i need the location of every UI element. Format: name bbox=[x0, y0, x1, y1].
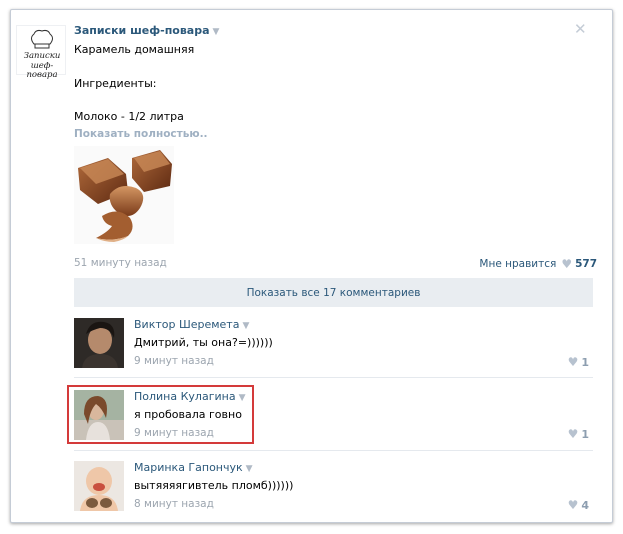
comment-like-count[interactable]: 1 bbox=[581, 428, 589, 441]
comment-item: Маринка Гапончук ▼ вытяяяягивтель пломб))… bbox=[74, 461, 593, 523]
close-icon[interactable]: ✕ bbox=[574, 22, 587, 37]
post-author-name[interactable]: Записки шеф-повара bbox=[74, 24, 210, 37]
comment-time[interactable]: 9 минут назад bbox=[134, 355, 214, 367]
comment-text: вытяяяягивтель пломб)))))) bbox=[134, 479, 294, 492]
comment-time[interactable]: 8 минут назад bbox=[134, 498, 214, 510]
comment-author-name[interactable]: Маринка Гапончук bbox=[134, 461, 243, 474]
heart-icon[interactable]: ♥ bbox=[568, 427, 579, 441]
comment-author[interactable]: Виктор Шеремета ▼ bbox=[134, 318, 249, 331]
comment-item: Виктор Шеремета ▼ Дмитрий, ты она?=))))))… bbox=[74, 318, 593, 380]
post-time[interactable]: 51 минуту назад bbox=[74, 257, 167, 269]
comment-divider bbox=[74, 377, 593, 378]
comment-like-button[interactable]: ♥ 4 bbox=[563, 498, 589, 512]
logo-text-line1: Записки bbox=[23, 51, 61, 61]
triangle-down-icon[interactable]: ▼ bbox=[213, 27, 220, 37]
post-title: Карамель домашняя bbox=[74, 43, 195, 56]
logo-text-line2: шеф-повара bbox=[26, 61, 58, 80]
comment-like-count[interactable]: 1 bbox=[581, 356, 589, 369]
heart-icon[interactable]: ♥ bbox=[568, 355, 579, 369]
highlight-frame bbox=[67, 385, 254, 444]
chef-hat-icon bbox=[31, 29, 53, 49]
triangle-down-icon[interactable]: ▼ bbox=[246, 464, 253, 474]
comment-like-count[interactable]: 4 bbox=[581, 499, 589, 512]
show-all-comments-button[interactable]: Показать все 17 комментариев bbox=[74, 278, 593, 307]
post-photo[interactable] bbox=[74, 146, 174, 244]
avatar[interactable] bbox=[74, 318, 124, 368]
comment-author-name[interactable]: Виктор Шеремета bbox=[134, 318, 239, 331]
community-avatar[interactable]: Записки шеф-повара bbox=[16, 25, 66, 80]
triangle-down-icon[interactable]: ▼ bbox=[242, 321, 249, 331]
comment-divider bbox=[74, 450, 593, 451]
comment-text: Дмитрий, ты она?=)))))) bbox=[134, 336, 273, 349]
comment-like-button[interactable]: ♥ 1 bbox=[563, 355, 589, 369]
heart-icon[interactable]: ♥ bbox=[568, 498, 579, 512]
post-ingredients: Ингредиенты: bbox=[74, 77, 157, 90]
show-more-link[interactable]: Показать полностью.. bbox=[74, 128, 208, 140]
comment-like-button[interactable]: ♥ 1 bbox=[563, 427, 589, 441]
like-label[interactable]: Мне нравится bbox=[479, 258, 556, 270]
avatar[interactable] bbox=[74, 461, 124, 511]
heart-icon[interactable]: ♥ bbox=[561, 257, 572, 271]
comment-author[interactable]: Маринка Гапончук ▼ bbox=[134, 461, 253, 474]
post-like-button[interactable]: Мне нравится ♥ 577 bbox=[479, 257, 597, 271]
post-author[interactable]: Записки шеф-повара ▼ bbox=[74, 24, 219, 37]
post-line: Молоко - 1/2 литра bbox=[74, 110, 184, 123]
like-count[interactable]: 577 bbox=[575, 258, 597, 270]
